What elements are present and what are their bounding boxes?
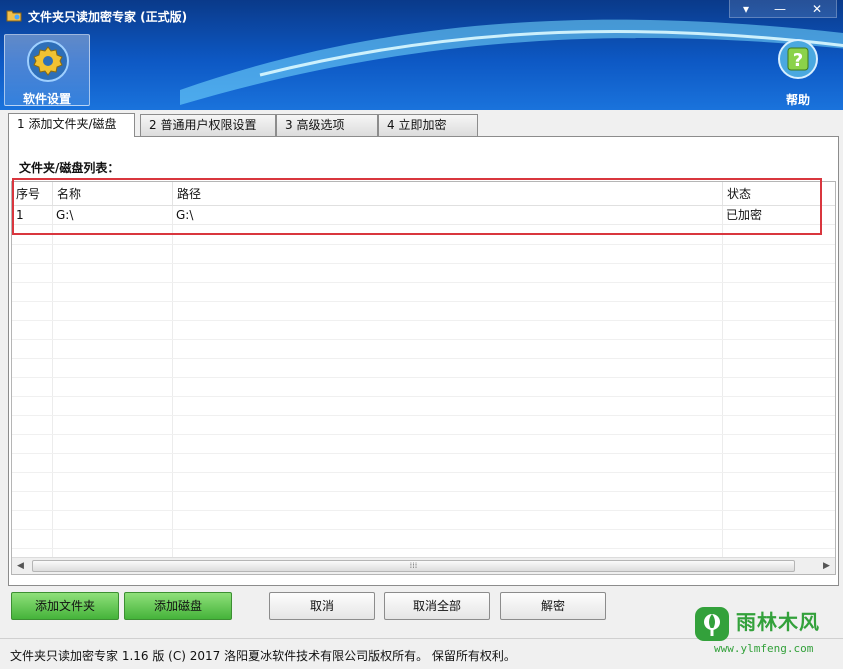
software-settings-button[interactable]: 软件设置 xyxy=(4,34,90,106)
scroll-left-icon[interactable]: ◀ xyxy=(12,558,29,574)
svg-text:?: ? xyxy=(793,50,803,71)
scroll-right-icon[interactable]: ▶ xyxy=(818,558,835,574)
tab-user-permissions[interactable]: 2 普通用户权限设置 xyxy=(140,114,276,136)
help-icon: ? xyxy=(778,39,818,79)
copyright-text: 文件夹只读加密专家 1.16 版 (C) 2017 洛阳夏冰软件技术有限公司版权… xyxy=(10,649,516,663)
title-bar: 文件夹只读加密专家 (正式版) ▾ — ✕ xyxy=(0,0,843,30)
window-title: 文件夹只读加密专家 (正式版) xyxy=(28,10,188,24)
cancel-all-button[interactable]: 取消全部 xyxy=(384,592,490,620)
tab-add-folder-disk[interactable]: 1 添加文件夹/磁盘 xyxy=(8,113,135,137)
watermark: 雨林木风 www.ylmfeng.com xyxy=(688,604,843,662)
watermark-url: www.ylmfeng.com xyxy=(714,642,814,655)
horizontal-scrollbar[interactable]: ◀ ⁞⁞⁞ ▶ xyxy=(12,557,835,574)
menu-dropdown-button[interactable]: ▾ xyxy=(729,0,763,18)
decrypt-button[interactable]: 解密 xyxy=(500,592,606,620)
tab-encrypt-now[interactable]: 4 立即加密 xyxy=(378,114,478,136)
add-folder-button[interactable]: 添加文件夹 xyxy=(11,592,119,620)
watermark-logo-icon xyxy=(695,607,729,641)
help-button[interactable]: ? 帮助 xyxy=(772,36,824,108)
list-grid xyxy=(12,206,835,558)
app-icon xyxy=(6,10,22,22)
scroll-thumb[interactable]: ⁞⁞⁞ xyxy=(32,560,795,572)
settings-label: 软件设置 xyxy=(22,92,71,106)
minimize-button[interactable]: — xyxy=(763,0,797,18)
close-button[interactable]: ✕ xyxy=(797,0,837,18)
cancel-button[interactable]: 取消 xyxy=(269,592,375,620)
list-caption: 文件夹/磁盘列表： xyxy=(19,161,120,175)
add-disk-button[interactable]: 添加磁盘 xyxy=(124,592,232,620)
gear-icon xyxy=(27,40,69,82)
tab-advanced-options[interactable]: 3 高级选项 xyxy=(276,114,378,136)
help-label: 帮助 xyxy=(785,93,810,107)
highlight-annotation xyxy=(12,178,822,235)
folder-disk-list[interactable]: 序号 名称 路径 状态 1 G:\ G:\ 已加密 ◀ ⁞⁞⁞ ▶ xyxy=(11,181,836,575)
header-banner: 文件夹只读加密专家 (正式版) ▾ — ✕ 软件设置 ? 帮助 xyxy=(0,0,843,110)
watermark-name: 雨林木风 xyxy=(736,610,820,634)
